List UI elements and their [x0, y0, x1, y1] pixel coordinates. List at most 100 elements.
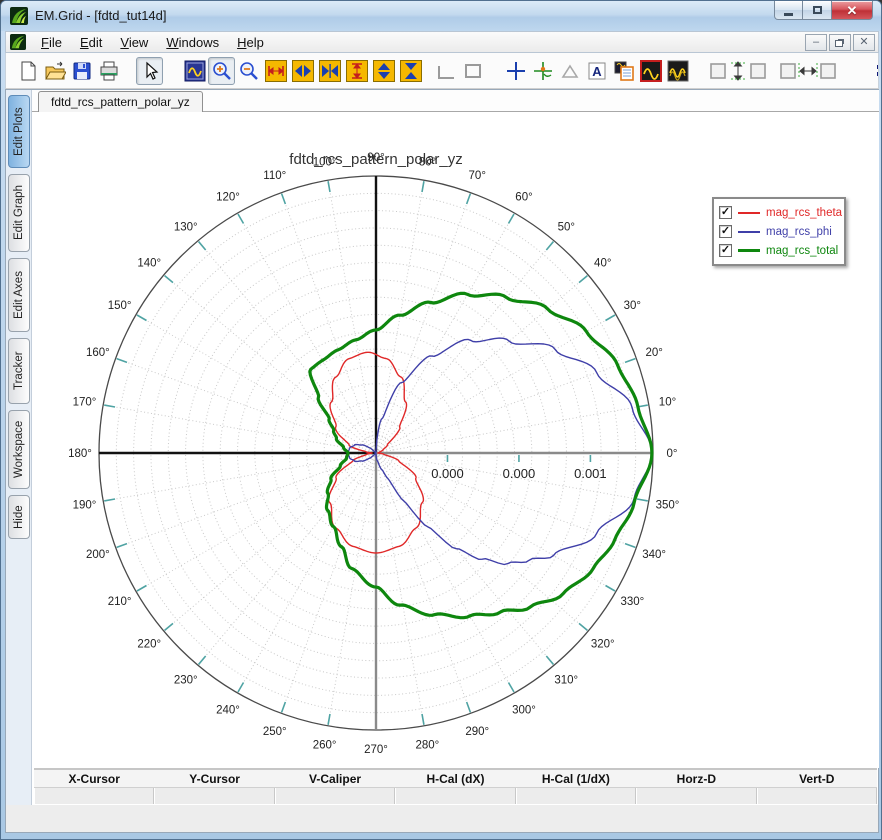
sidebar-tab-edit-graph[interactable]: Edit Graph — [8, 174, 30, 252]
client-area: Edit Plots Edit Graph Edit Axes Tracker … — [5, 89, 879, 833]
h-arrows-out-icon — [292, 60, 314, 82]
legend-tool-button[interactable] — [610, 57, 637, 85]
menu-edit[interactable]: Edit — [71, 33, 111, 52]
triangle-marker-button[interactable] — [556, 57, 583, 85]
sidebar-tab-hide[interactable]: Hide — [8, 495, 30, 539]
axes-corner-tool-button[interactable] — [432, 57, 459, 85]
save-button[interactable] — [68, 57, 95, 85]
readout-value-cell — [395, 788, 515, 804]
crosshair-tool-button[interactable] — [502, 57, 529, 85]
plot-frame-wave-icon — [184, 60, 206, 82]
zoom-out-button[interactable] — [235, 57, 262, 85]
svg-text:240°: 240° — [216, 704, 240, 716]
svg-text:260°: 260° — [313, 740, 337, 752]
svg-text:0.001: 0.001 — [574, 466, 607, 481]
menu-file[interactable]: File — [32, 33, 71, 52]
sidebar-tab-tracker[interactable]: Tracker — [8, 338, 30, 404]
menu-edit-rest: dit — [89, 35, 103, 50]
legend-checkbox-theta[interactable]: ✓ — [719, 206, 732, 219]
document-logo-icon — [10, 34, 26, 50]
menu-help-rest: elp — [246, 35, 263, 50]
tracker-icon — [532, 60, 554, 82]
heighten-vertical-button[interactable] — [370, 57, 397, 85]
legend-label-phi: mag_rcs_phi — [766, 226, 832, 238]
single-trace-button[interactable] — [637, 57, 664, 85]
layout-bars-icon — [877, 65, 879, 76]
maximize-icon — [813, 6, 822, 14]
narrow-horizontal-button[interactable] — [316, 57, 343, 85]
legend-line-total — [738, 249, 760, 252]
svg-text:0°: 0° — [667, 448, 678, 460]
svg-text:20°: 20° — [645, 347, 662, 359]
sidebar-tab-workspace[interactable]: Workspace — [8, 410, 30, 489]
open-folder-icon — [44, 60, 66, 82]
close-button[interactable]: ✕ — [831, 1, 873, 20]
double-wave-icon — [667, 60, 689, 82]
svg-text:320°: 320° — [591, 638, 615, 650]
menu-windows-rest: indows — [179, 35, 219, 50]
side-tab-strip: Edit Plots Edit Graph Edit Axes Tracker … — [6, 90, 32, 832]
svg-text:110°: 110° — [263, 170, 286, 182]
title-bar[interactable]: EM.Grid - [fdtd_tut14d] ✕ — [1, 1, 882, 31]
svg-text:220°: 220° — [137, 638, 161, 650]
expand-vertical-button[interactable] — [343, 57, 370, 85]
sidebar-tab-label: Edit Axes — [13, 271, 25, 319]
legend-row-total: ✓ mag_rcs_total — [719, 241, 839, 260]
shorten-vertical-button[interactable] — [397, 57, 424, 85]
h-expand-red-arrow-icon — [265, 60, 287, 82]
multi-trace-button[interactable] — [664, 57, 691, 85]
svg-text:310°: 310° — [554, 675, 578, 687]
readout-value-cell — [636, 788, 756, 804]
svg-text:160°: 160° — [86, 347, 110, 359]
svg-text:120°: 120° — [216, 192, 240, 204]
cursor-arrow-icon — [139, 60, 161, 82]
document-tab-bar: fdtd_rcs_pattern_polar_yz — [32, 90, 879, 112]
zoom-out-icon — [238, 60, 260, 82]
svg-text:230°: 230° — [174, 675, 198, 687]
tracker-tool-button[interactable] — [529, 57, 556, 85]
mdi-restore-button[interactable] — [829, 34, 851, 51]
zoom-in-button[interactable] — [208, 57, 235, 85]
legend-checkbox-phi[interactable]: ✓ — [719, 225, 732, 238]
mdi-close-button[interactable]: ✕ — [853, 34, 875, 51]
svg-text:300°: 300° — [512, 704, 536, 716]
text-tool-button[interactable]: A — [583, 57, 610, 85]
toolbar: A Layout — [5, 53, 879, 89]
distribute-vertical-icon — [709, 60, 767, 82]
menu-windows[interactable]: Windows — [157, 33, 228, 52]
maximize-button[interactable] — [803, 1, 831, 20]
close-icon: ✕ — [847, 4, 858, 17]
new-document-icon — [17, 60, 39, 82]
menu-help[interactable]: Help — [228, 33, 273, 52]
open-file-button[interactable] — [41, 57, 68, 85]
document-tab[interactable]: fdtd_rcs_pattern_polar_yz — [38, 91, 203, 112]
pointer-tool-button[interactable] — [136, 57, 163, 85]
distribute-horizontal-button[interactable] — [777, 57, 839, 85]
status-strip — [6, 805, 878, 832]
layout-button[interactable]: Layout — [877, 64, 879, 78]
menu-edit-accel: E — [80, 35, 89, 50]
expand-horizontal-button[interactable] — [262, 57, 289, 85]
menu-view[interactable]: View — [111, 33, 157, 52]
text-a-icon: A — [586, 60, 608, 82]
distribute-vertical-button[interactable] — [707, 57, 769, 85]
fit-plot-button[interactable] — [181, 57, 208, 85]
print-button[interactable] — [95, 57, 122, 85]
app-window: EM.Grid - [fdtd_tut14d] ✕ File Edit View… — [0, 0, 882, 840]
legend-checkbox-total[interactable]: ✓ — [719, 244, 732, 257]
mdi-minimize-button[interactable]: – — [805, 34, 827, 51]
new-file-button[interactable] — [14, 57, 41, 85]
sidebar-tab-edit-plots[interactable]: Edit Plots — [8, 95, 30, 168]
sidebar-tab-edit-axes[interactable]: Edit Axes — [8, 258, 30, 332]
crosshair-icon — [505, 60, 527, 82]
menu-file-rest: ile — [49, 35, 62, 50]
readout-value-cell — [275, 788, 395, 804]
mdi-restore-icon — [835, 40, 843, 47]
svg-text:250°: 250° — [263, 726, 287, 738]
widen-horizontal-button[interactable] — [289, 57, 316, 85]
h-arrows-in-icon — [319, 60, 341, 82]
window-title: EM.Grid - [fdtd_tut14d] — [35, 8, 167, 23]
minimize-button[interactable] — [774, 1, 803, 20]
distribute-horizontal-icon — [779, 60, 837, 82]
rectangle-tool-button[interactable] — [459, 57, 486, 85]
